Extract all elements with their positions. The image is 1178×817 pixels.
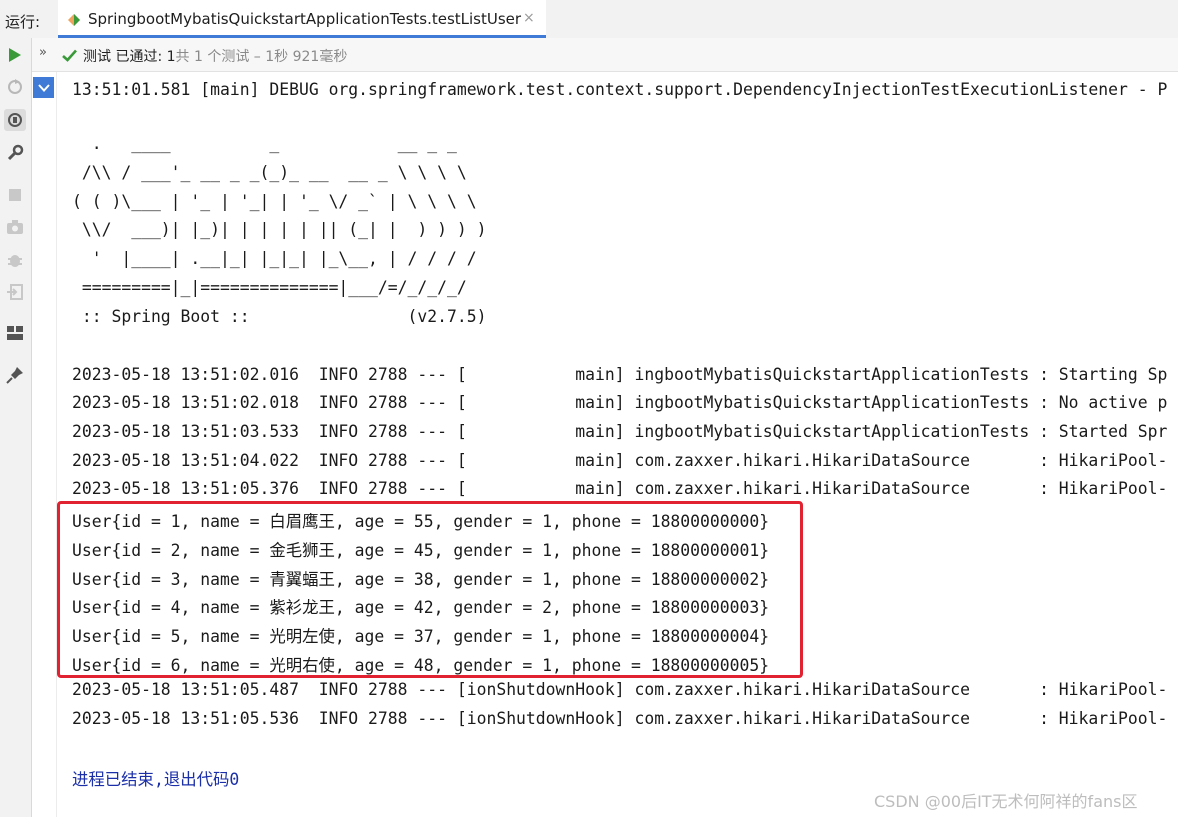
tab-test-run[interactable]: SpringbootMybatisQuickstartApplicationTe… <box>58 0 546 38</box>
stop-icon[interactable] <box>4 184 26 206</box>
console-gutter <box>32 72 57 817</box>
console-line: . ____ _ __ _ _ <box>72 134 457 153</box>
console-line: 2023-05-18 13:51:02.018 INFO 2788 --- [ … <box>72 393 1168 412</box>
debug-icon[interactable] <box>4 249 26 271</box>
watermark: CSDN @00后IT无术何阿祥的fans区 <box>874 792 1138 811</box>
console-line: ( ( )\___ | '_ | '_| | '_ \/ _` | \ \ \ … <box>72 192 477 211</box>
console-line: 2023-05-18 13:51:05.536 INFO 2788 --- [i… <box>72 709 1168 728</box>
test-status-bar: » 测试 已通过: 1共 1 个测试 – 1秒 921毫秒 <box>32 38 1178 72</box>
scroll-to-end-icon[interactable] <box>33 77 54 98</box>
run-label: 运行: <box>5 13 41 31</box>
check-icon <box>62 47 77 66</box>
console-line: 2023-05-18 13:51:04.022 INFO 2788 --- [ … <box>72 451 1168 470</box>
rerun-failed-icon[interactable] <box>4 76 26 98</box>
close-icon[interactable]: × <box>523 10 535 26</box>
import-icon[interactable] <box>4 281 26 303</box>
console-line: =========|_|==============|___/=/_/_/_/ <box>72 278 467 297</box>
run-toolbar <box>0 38 32 817</box>
camera-icon[interactable] <box>4 216 26 238</box>
console-line: :: Spring Boot :: (v2.7.5) <box>72 307 487 326</box>
console-line: ' |____| .__|_| |_|_| |_\__, | / / / / <box>72 249 477 268</box>
console-output[interactable]: 13:51:01.581 [main] DEBUG org.springfram… <box>72 72 1178 817</box>
exit-message: 进程已结束,退出代码0 <box>72 770 240 789</box>
pin-icon[interactable] <box>4 364 26 386</box>
passed-count: 1 <box>166 49 176 65</box>
total-tests: 共 1 个测试 <box>175 49 250 65</box>
console-line: 2023-05-18 13:51:05.487 INFO 2788 --- [i… <box>72 680 1168 699</box>
highlight-box <box>57 501 803 678</box>
expand-chevron-icon[interactable]: » <box>39 45 47 60</box>
separator: – <box>249 49 266 65</box>
toggle-auto-test-icon[interactable] <box>4 109 26 131</box>
settings-wrench-icon[interactable] <box>4 142 26 164</box>
run-icon[interactable] <box>4 44 26 66</box>
tab-title: SpringbootMybatisQuickstartApplicationTe… <box>88 10 522 28</box>
duration: 1秒 921毫秒 <box>265 49 348 65</box>
console-line: 2023-05-18 13:51:03.533 INFO 2788 --- [ … <box>72 422 1168 441</box>
layout-icon[interactable] <box>4 322 26 344</box>
console-line: 2023-05-18 13:51:02.016 INFO 2788 --- [ … <box>72 365 1168 384</box>
test-summary: 测试 已通过: 1共 1 个测试 – 1秒 921毫秒 <box>83 46 347 66</box>
console-line: \\/ ___)| |_)| | | | | || (_| | ) ) ) ) <box>72 220 487 239</box>
test-diamond-icon <box>67 12 81 31</box>
run-tool-window-header: 运行: SpringbootMybatisQuickstartApplicati… <box>0 0 1178 39</box>
console-line: /\\ / ___'_ __ _ _(_)_ __ __ _ \ \ \ \ <box>72 163 467 182</box>
passed-label: 测试 已通过: <box>83 49 167 65</box>
console-line: 2023-05-18 13:51:05.376 INFO 2788 --- [ … <box>72 479 1168 498</box>
console-line: 13:51:01.581 [main] DEBUG org.springfram… <box>72 80 1168 99</box>
